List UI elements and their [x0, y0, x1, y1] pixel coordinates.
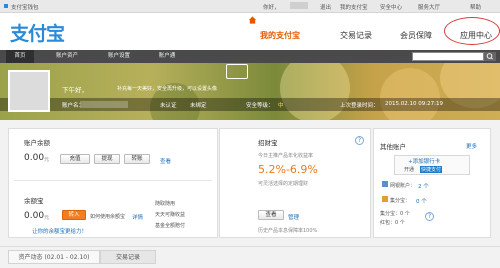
alipay-logo[interactable]: 支付宝: [10, 19, 65, 46]
transfer-button[interactable]: 转账: [124, 154, 150, 164]
yuebao-title: 余额宝: [24, 197, 44, 205]
lock-icon[interactable]: [226, 64, 248, 79]
netbank-icon: [382, 181, 388, 187]
app-icon: [4, 4, 8, 8]
security-level-value: 中: [278, 103, 284, 109]
nav-records[interactable]: 交易记录: [340, 30, 372, 41]
tab-transaction-records[interactable]: 交易记录: [100, 250, 156, 264]
menu-bar: 首页 账户资产 账户设置 账户通: [0, 50, 500, 63]
yuebao-transfer-in-button[interactable]: 转入: [62, 210, 86, 220]
coupon-count[interactable]: 0 个: [416, 197, 427, 205]
help-link[interactable]: 帮助: [470, 3, 481, 11]
tab-account[interactable]: 账户通: [152, 50, 182, 63]
balance-amount: 0.00: [24, 153, 45, 163]
yuebao-amount: 0.00: [24, 211, 45, 221]
set-avatar-text[interactable]: 补充每一天美好，安全再升级，可以设置头像: [117, 85, 217, 92]
account-value: [80, 101, 128, 108]
search-input[interactable]: [412, 52, 484, 61]
security-level-label: 安全等级：: [246, 103, 274, 109]
tab-assets[interactable]: 账户资产: [50, 50, 84, 63]
tab-settings[interactable]: 账户设置: [102, 50, 136, 63]
netbank-label: 网银账户：: [390, 183, 416, 189]
yuebao-promo-link[interactable]: 让你的余额宝更给力！: [32, 227, 87, 235]
security-center-link[interactable]: 安全中心: [380, 3, 402, 11]
last-login-value: 2015.02.10 09:27:19: [385, 101, 443, 107]
balance-unit: 元: [44, 157, 50, 163]
my-alipay-link[interactable]: 我的支付宝: [340, 3, 368, 11]
balance-view-link[interactable]: 查看: [160, 157, 171, 165]
zhaocaibao-manage-link[interactable]: 管理: [288, 213, 299, 221]
nav-vip[interactable]: 会员保障: [400, 30, 432, 41]
balance-title: 账户余额: [24, 139, 50, 147]
home-icon: [248, 16, 257, 24]
yuebao-detail-link[interactable]: 详情: [132, 213, 143, 221]
service-hall-link[interactable]: 服务大厅: [418, 3, 440, 11]
other-accounts-more-link[interactable]: 更多: [466, 142, 477, 150]
yuebao-bullet-3: 基金全额赔付: [155, 223, 186, 229]
zhaocaibao-note: 可灵活选择的定期理财: [258, 181, 309, 187]
add-card-open: 开通: [404, 167, 415, 173]
search-icon: [486, 53, 493, 60]
verify-status[interactable]: 未认证: [160, 101, 177, 109]
recharge-button[interactable]: 充值: [60, 154, 90, 164]
redpacket-line: 红包：0 个: [380, 220, 405, 226]
zhaocaibao-footer: 历史产品本息保障率100%: [258, 228, 318, 234]
tab-asset-activity[interactable]: 资产动态 (02.01 - 02.10): [8, 250, 100, 264]
help-icon[interactable]: ?: [355, 136, 364, 145]
greeting-text: 你好，: [263, 5, 280, 11]
express-badge: 快捷支付: [420, 166, 443, 173]
yuebao-bullet-2: 天天可赚收益: [155, 212, 186, 218]
zhaocaibao-title: 招财宝: [258, 139, 278, 147]
netbank-count[interactable]: 2 个: [418, 182, 429, 190]
points-line: 集分宝：0 个: [380, 211, 410, 217]
search-button[interactable]: [484, 52, 496, 61]
last-login-label: 上次登录时间：: [340, 103, 379, 109]
add-card-link[interactable]: +添加银行卡: [408, 157, 440, 165]
yuebao-unit: 元: [44, 215, 50, 221]
zhaocaibao-rate: 5.2%-6.9%: [258, 163, 318, 176]
coupon-icon: [382, 196, 388, 202]
zhaocaibao-subtitle: 今日主推产品年化收益率: [258, 153, 314, 159]
logout-link[interactable]: 退出: [320, 3, 331, 11]
app-title: 支付宝钱包: [11, 5, 39, 11]
banner-greeting: 下午好，: [62, 86, 88, 94]
withdraw-button[interactable]: 提现: [94, 154, 120, 164]
nav-my-alipay[interactable]: 我的支付宝: [260, 30, 300, 41]
username-box: [290, 2, 308, 9]
other-accounts-title: 其他账户: [380, 143, 406, 151]
phone-bind-status[interactable]: 未绑定: [190, 101, 207, 109]
yuebao-bullet-1: 随取随用: [155, 201, 176, 207]
top-bar: 支付宝钱包 你好， 退出 我的支付宝 安全中心 服务大厅 帮助: [0, 0, 500, 13]
coupon-label: 集分宝：: [390, 198, 411, 204]
yuebao-desc: 如何使用余额宝: [90, 214, 126, 220]
other-help-icon[interactable]: ?: [425, 212, 434, 221]
highlight-circle: [444, 17, 500, 45]
avatar[interactable]: [8, 70, 50, 112]
zhaocaibao-view-button[interactable]: 查看: [258, 210, 284, 220]
tab-home[interactable]: 首页: [6, 50, 34, 63]
